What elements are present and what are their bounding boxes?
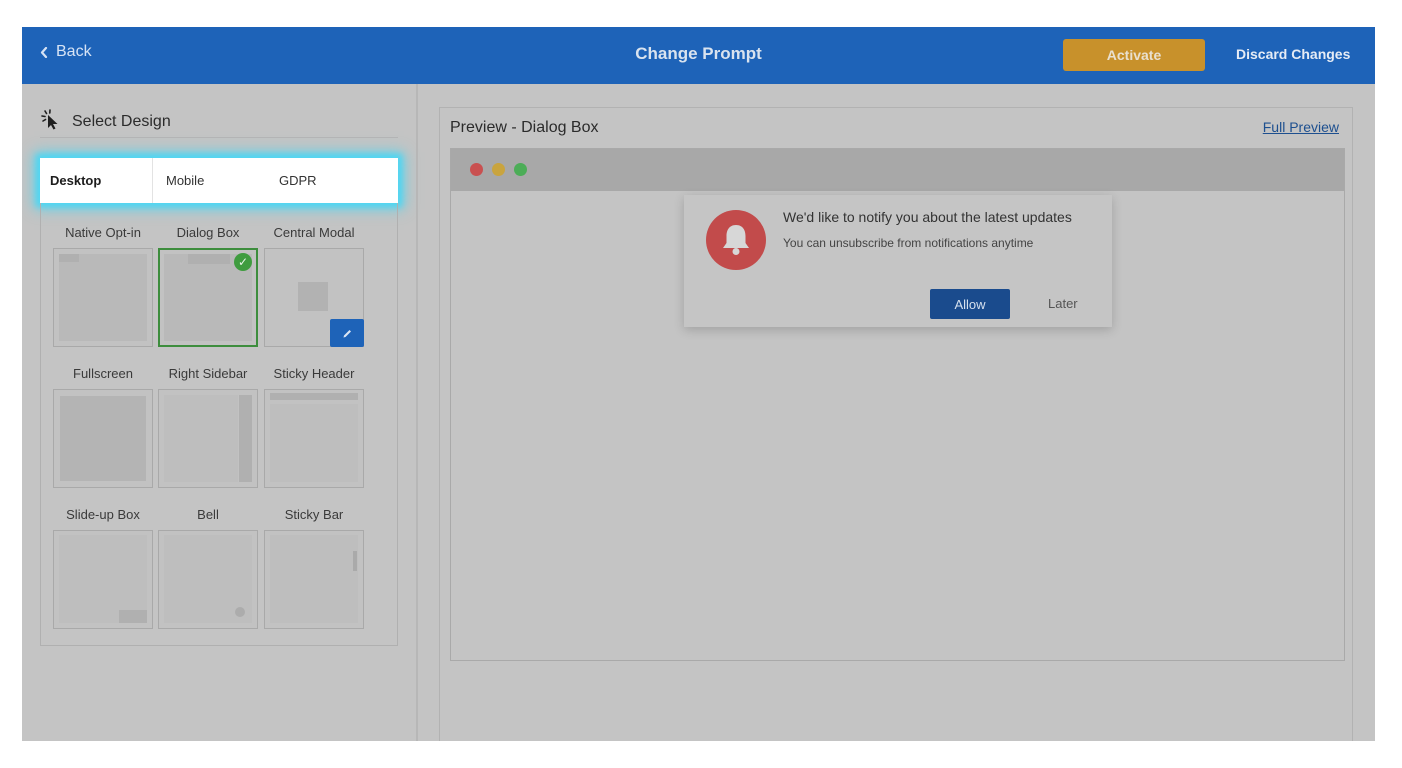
thumb-body [59,254,147,341]
design-label: Bell [197,507,219,522]
thumb-element [188,254,230,264]
browser-mockup: We'd like to notify you about the latest… [450,148,1345,661]
later-button[interactable]: Later [1048,296,1078,311]
panel-divider [416,84,418,741]
select-design-label: Select Design [72,112,171,130]
window-minimize-dot [492,163,505,176]
thumb-element [60,396,146,481]
design-label: Sticky Header [273,366,355,381]
design-sticky-header: Sticky Header [264,367,364,488]
tab-mobile[interactable]: Mobile [153,158,266,203]
cursor-click-icon [40,108,62,135]
design-thumbnail-right-sidebar[interactable] [158,389,258,488]
pencil-icon [343,329,351,337]
design-label: Native Opt-in [65,225,141,240]
thumb-element [235,607,245,617]
design-thumbnail-native-opt-in[interactable] [53,248,153,347]
thumb-element [119,610,147,623]
design-label: Right Sidebar [168,366,248,381]
divider [40,137,398,138]
thumb-body [270,404,358,482]
design-right-sidebar: Right Sidebar [158,367,258,488]
back-label: Back [56,43,92,60]
dialog-subtitle: You can unsubscribe from notifications a… [783,236,1034,250]
preview-panel: Preview - Dialog Box Full Preview We'd l… [439,107,1353,741]
full-preview-link[interactable]: Full Preview [1263,119,1339,135]
browser-titlebar [451,149,1344,191]
thumb-element [59,254,79,262]
thumb-body [270,535,358,623]
checkmark-icon: ✓ [234,253,252,271]
design-thumbnail-sticky-header[interactable] [264,389,364,488]
design-sticky-bar: Sticky Bar [264,508,364,629]
design-thumbnail-fullscreen[interactable] [53,389,153,488]
design-thumbnail-dialog-box[interactable]: ✓ [158,248,258,347]
bell-icon [706,210,766,270]
design-bell: Bell [158,508,258,629]
window-close-dot [470,163,483,176]
design-label: Sticky Bar [284,507,344,522]
design-thumbnail-slide-up-box[interactable] [53,530,153,629]
design-label: Dialog Box [176,225,240,240]
tab-gdpr[interactable]: GDPR [266,158,396,203]
design-central-modal: Central Modal [264,226,364,347]
edit-design-button[interactable] [330,319,364,347]
select-design-heading: Select Design [40,108,171,135]
preview-title: Preview - Dialog Box [450,119,599,136]
activate-button[interactable]: Activate [1063,39,1205,71]
tab-desktop[interactable]: Desktop [40,158,153,203]
design-dialog-box: Dialog Box ✓ [158,226,258,347]
thumb-element [239,395,252,482]
design-fullscreen: Fullscreen [53,367,153,488]
back-button[interactable]: Back [40,43,92,61]
design-slide-up-box: Slide-up Box [53,508,153,629]
allow-button[interactable]: Allow [930,289,1010,319]
dialog-title: We'd like to notify you about the latest… [783,209,1072,225]
top-bar: Back Change Prompt Activate Discard Chan… [22,27,1375,84]
window-maximize-dot [514,163,527,176]
thumb-body [164,395,238,482]
design-sidebar: Select Design Desktop Mobile GDPR Native… [22,84,416,741]
chevron-left-icon [40,46,48,58]
design-thumbnail-central-modal[interactable] [264,248,364,347]
design-grid: Native Opt-in Dialog Box ✓ Central Modal [40,203,398,646]
notification-dialog: We'd like to notify you about the latest… [684,195,1112,327]
design-thumbnail-bell[interactable] [158,530,258,629]
thumb-element [353,551,357,571]
design-label: Fullscreen [73,366,133,381]
thumb-element [270,393,358,400]
design-thumbnail-sticky-bar[interactable] [264,530,364,629]
app-window: Back Change Prompt Activate Discard Chan… [22,27,1375,741]
device-tabs: Desktop Mobile GDPR [40,158,398,203]
design-label: Slide-up Box [66,507,140,522]
design-native-opt-in: Native Opt-in [53,226,153,347]
discard-changes-button[interactable]: Discard Changes [1236,46,1350,62]
design-label: Central Modal [273,225,355,240]
thumb-element [298,282,328,311]
